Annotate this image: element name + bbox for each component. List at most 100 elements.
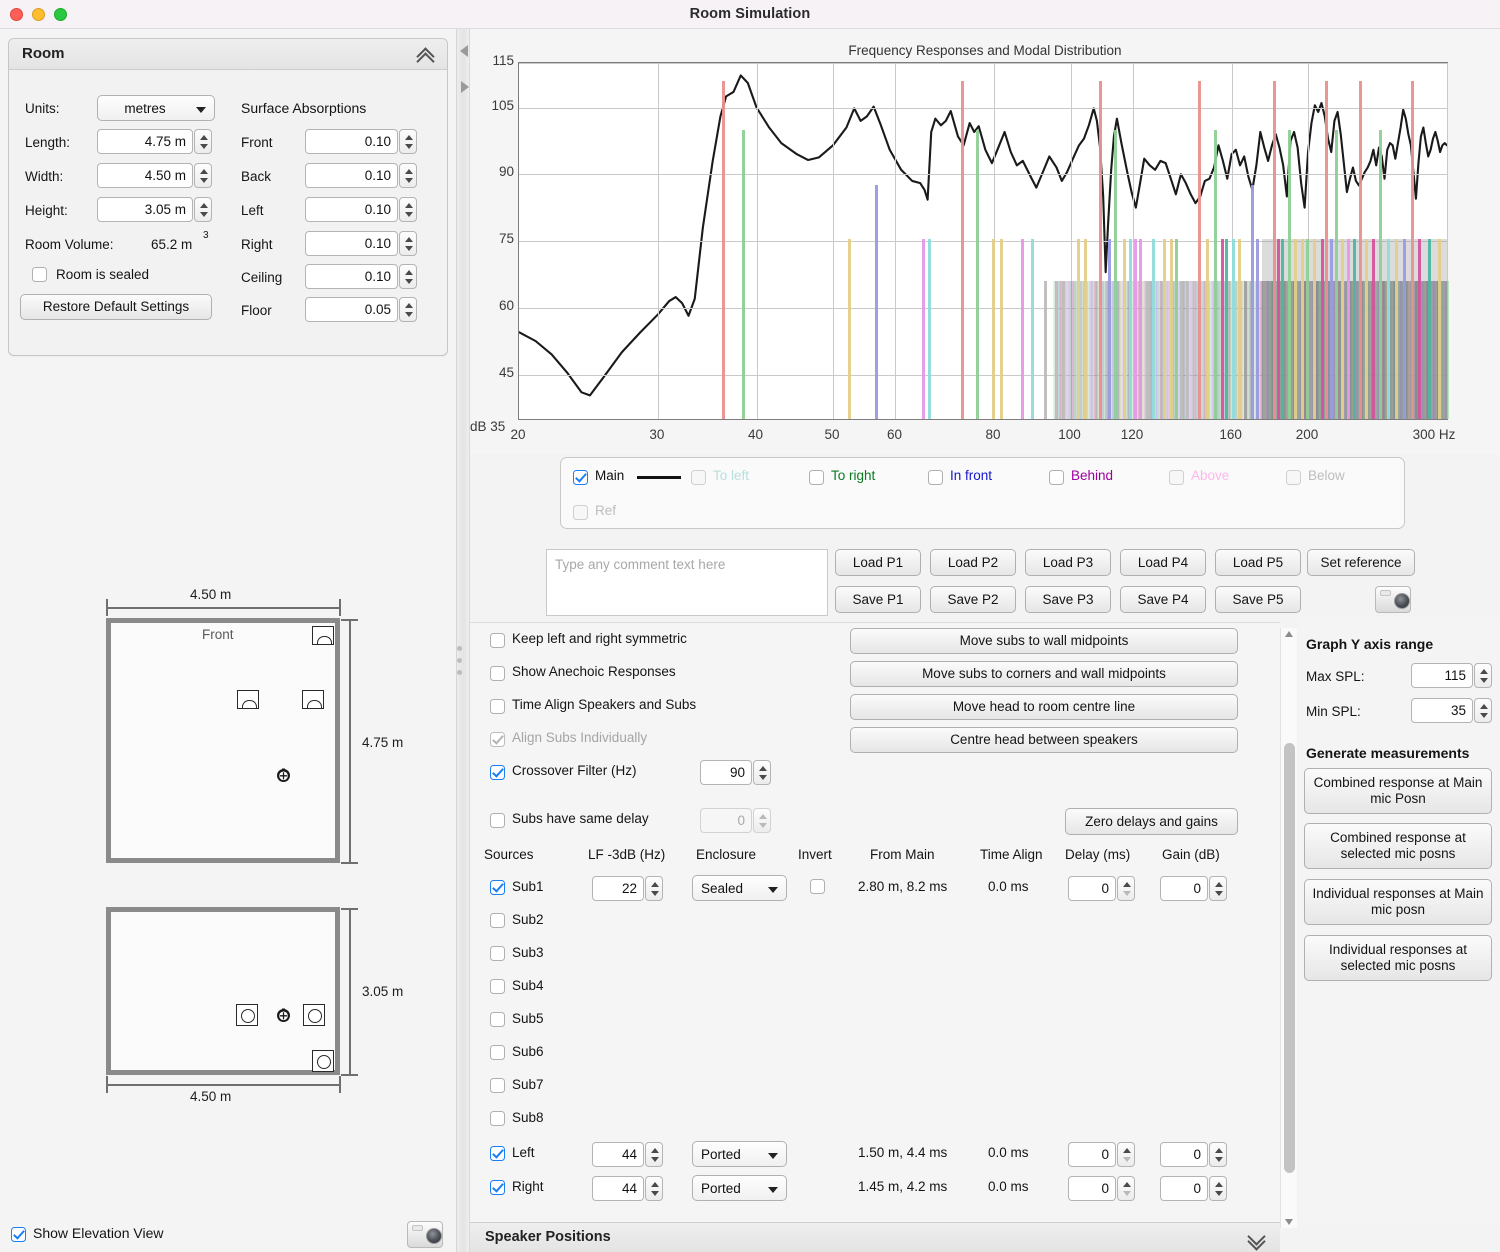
gain-stepper-left[interactable]: [1209, 1142, 1227, 1167]
scroll-up-arrow-icon[interactable]: [1285, 631, 1293, 637]
camera-icon[interactable]: [407, 1221, 443, 1248]
invert-checkbox-sub1[interactable]: [810, 879, 825, 894]
source-checkbox-right[interactable]: [490, 1180, 505, 1195]
lf-input-sub1[interactable]: [592, 876, 644, 901]
combined-response-selected-mics-button[interactable]: Combined response at selected mic posns: [1304, 823, 1492, 869]
save-p1-button[interactable]: Save P1: [835, 586, 921, 613]
source-checkbox-sub4[interactable]: [490, 979, 505, 994]
plan-speaker-right[interactable]: [302, 690, 324, 709]
gain-input-sub1[interactable]: [1160, 876, 1208, 901]
scrollbar-thumb[interactable]: [1284, 743, 1295, 1173]
plan-speaker-left[interactable]: [237, 690, 259, 709]
lf-stepper-sub1[interactable]: [645, 876, 663, 901]
save-p2-button[interactable]: Save P2: [930, 586, 1016, 613]
save-p4-button[interactable]: Save P4: [1120, 586, 1206, 613]
lf-stepper-left[interactable]: [645, 1142, 663, 1167]
gain-input-right[interactable]: [1160, 1176, 1208, 1201]
chart-modal-bar: [1335, 129, 1339, 419]
delay-input-left[interactable]: [1068, 1142, 1116, 1167]
elevation-speaker-right[interactable]: [303, 1004, 325, 1026]
legend-checkbox-behind[interactable]: [1049, 470, 1064, 485]
subs-same-delay-label: Subs have same delay: [512, 811, 649, 826]
set-reference-button[interactable]: Set reference: [1307, 549, 1415, 576]
scroll-down-arrow-icon[interactable]: [1285, 1219, 1293, 1225]
legend-checkbox-to-left[interactable]: [691, 470, 706, 485]
enclosure-select-left[interactable]: Ported: [692, 1141, 787, 1167]
plan-speaker-sub[interactable]: [312, 626, 334, 645]
move-subs-wall-midpoints-button[interactable]: Move subs to wall midpoints: [850, 628, 1238, 654]
load-p4-button[interactable]: Load P4: [1120, 549, 1206, 576]
delay-stepper-right[interactable]: [1117, 1176, 1135, 1201]
lf-stepper-right[interactable]: [645, 1176, 663, 1201]
speaker-positions-bar[interactable]: Speaker Positions: [470, 1222, 1280, 1252]
source-checkbox-sub6[interactable]: [490, 1045, 505, 1060]
source-checkbox-sub5[interactable]: [490, 1012, 505, 1027]
max-spl-stepper[interactable]: [1474, 663, 1492, 688]
elevation-speaker-left[interactable]: [236, 1004, 258, 1026]
source-checkbox-sub2[interactable]: [490, 913, 505, 928]
min-spl-stepper[interactable]: [1474, 698, 1492, 723]
room-elevation-view[interactable]: 3.05 m 4.50 m: [0, 29, 456, 1104]
source-checkbox-sub3[interactable]: [490, 946, 505, 961]
elevation-head-position-marker[interactable]: [274, 1006, 293, 1025]
chart-modal-bar: [1346, 238, 1350, 419]
chart-plot-area[interactable]: [518, 62, 1449, 420]
show-elevation-view-checkbox[interactable]: [11, 1227, 26, 1242]
move-head-centre-line-button[interactable]: Move head to room centre line: [850, 694, 1238, 720]
enclosure-select-sub1[interactable]: Sealed: [692, 875, 787, 901]
delay-stepper-sub1[interactable]: [1117, 876, 1135, 901]
chart-camera-icon[interactable]: [1375, 586, 1411, 613]
source-checkbox-sub1[interactable]: [490, 880, 505, 895]
enclosure-select-right[interactable]: Ported: [692, 1175, 787, 1201]
gain-input-left[interactable]: [1160, 1142, 1208, 1167]
legend-checkbox-below[interactable]: [1286, 470, 1301, 485]
subs-same-delay-input: [700, 808, 752, 833]
source-checkbox-left[interactable]: [490, 1146, 505, 1161]
chart-modal-bar: [1206, 238, 1210, 419]
load-p2-button[interactable]: Load P2: [930, 549, 1016, 576]
combined-response-main-mic-button[interactable]: Combined response at Main mic Posn: [1304, 768, 1492, 814]
min-spl-input[interactable]: [1411, 698, 1473, 723]
gain-stepper-right[interactable]: [1209, 1176, 1227, 1201]
elevation-speaker-sub[interactable]: [312, 1050, 334, 1072]
delay-stepper-left[interactable]: [1117, 1142, 1135, 1167]
show-anechoic-checkbox[interactable]: [490, 666, 505, 681]
move-subs-corners-button[interactable]: Move subs to corners and wall midpoints: [850, 661, 1238, 687]
load-p3-button[interactable]: Load P3: [1025, 549, 1111, 576]
source-checkbox-sub8[interactable]: [490, 1111, 505, 1126]
window-title-bar: Room Simulation: [0, 0, 1500, 29]
load-p1-button[interactable]: Load P1: [835, 549, 921, 576]
delay-input-right[interactable]: [1068, 1176, 1116, 1201]
delay-input-sub1[interactable]: [1068, 876, 1116, 901]
crossover-filter-stepper[interactable]: [753, 760, 771, 785]
lf-input-right[interactable]: [592, 1176, 644, 1201]
crossover-filter-input[interactable]: [700, 760, 752, 785]
individual-responses-main-mic-button[interactable]: Individual responses at Main mic posn: [1304, 879, 1492, 925]
legend-checkbox-ref[interactable]: [573, 505, 588, 520]
keep-symmetric-checkbox[interactable]: [490, 633, 505, 648]
mid-panel-drag-handle[interactable]: [452, 626, 466, 1226]
lf-input-left[interactable]: [592, 1142, 644, 1167]
expand-right-arrow-icon[interactable]: [461, 81, 469, 93]
panel-scrollbar[interactable]: [1280, 628, 1297, 1228]
expand-chevron-down-icon[interactable]: [1248, 1232, 1266, 1248]
time-align-checkbox[interactable]: [490, 699, 505, 714]
source-checkbox-sub7[interactable]: [490, 1078, 505, 1093]
zero-delays-gains-button[interactable]: Zero delays and gains: [1065, 808, 1238, 835]
legend-checkbox-main[interactable]: [573, 470, 588, 485]
plan-head-position-marker[interactable]: [274, 766, 293, 785]
individual-responses-selected-mics-button[interactable]: Individual responses at selected mic pos…: [1304, 935, 1492, 981]
subs-same-delay-checkbox[interactable]: [490, 813, 505, 828]
legend-checkbox-above[interactable]: [1169, 470, 1184, 485]
legend-checkbox-in-front[interactable]: [928, 470, 943, 485]
load-p5-button[interactable]: Load P5: [1215, 549, 1301, 576]
window-title: Room Simulation: [689, 6, 811, 22]
centre-head-speakers-button[interactable]: Centre head between speakers: [850, 727, 1238, 753]
save-p3-button[interactable]: Save P3: [1025, 586, 1111, 613]
save-p5-button[interactable]: Save P5: [1215, 586, 1301, 613]
legend-checkbox-to-right[interactable]: [809, 470, 824, 485]
crossover-filter-checkbox[interactable]: [490, 765, 505, 780]
max-spl-input[interactable]: [1411, 663, 1473, 688]
gain-stepper-sub1[interactable]: [1209, 876, 1227, 901]
comment-input[interactable]: [546, 549, 828, 616]
